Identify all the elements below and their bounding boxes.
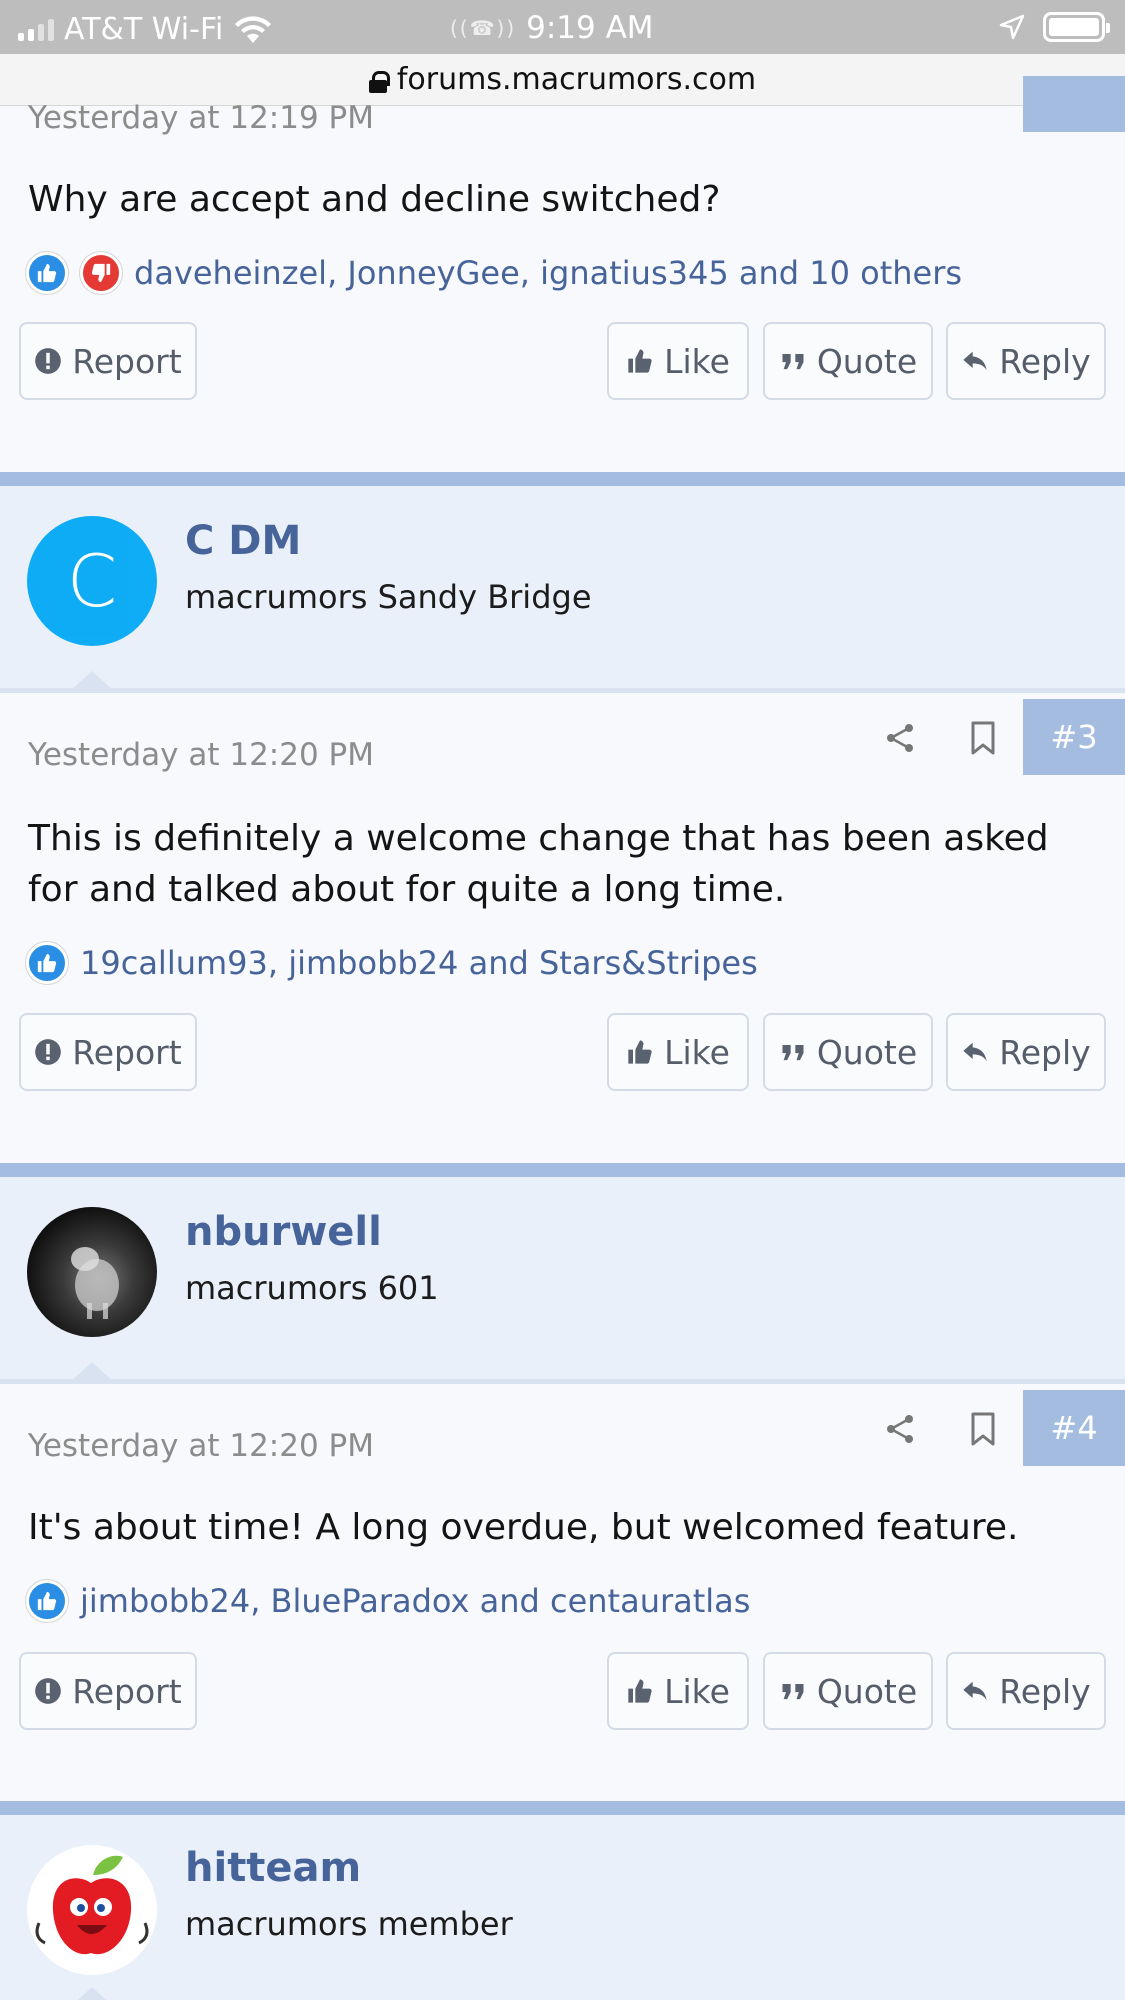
avatar-letter: C <box>66 539 118 623</box>
post-date[interactable]: Yesterday at 12:20 PM <box>28 737 374 773</box>
like-label: Like <box>664 1032 730 1072</box>
user-title: macrumors member <box>185 1905 513 1943</box>
report-label: Report <box>72 1032 182 1072</box>
post-number-badge[interactable] <box>1023 76 1125 132</box>
reply-label: Reply <box>999 1671 1091 1711</box>
reply-label: Reply <box>999 341 1091 381</box>
quote-button[interactable]: Quote <box>763 322 933 400</box>
share-icon[interactable] <box>883 721 917 755</box>
post-message: This is definitely a welcome change that… <box>28 818 1049 910</box>
post-2: Yesterday at 12:19 PM Why are accept and… <box>0 76 1125 476</box>
reaction-summary[interactable]: jimbobb24, BlueParadox and centauratlas <box>26 1580 750 1622</box>
reaction-summary[interactable]: 19callum93, jimbobb24 and Stars&Stripes <box>26 942 758 984</box>
quote-icon <box>782 354 804 370</box>
username[interactable]: hitteam <box>185 1845 361 1891</box>
battery-icon <box>1043 12 1110 42</box>
report-button[interactable]: Report <box>19 1013 197 1091</box>
reply-button[interactable]: Reply <box>946 1013 1106 1091</box>
status-bar: AT&T Wi-Fi ((☎)) 9:19 AM <box>0 0 1125 54</box>
post-4: #4 Yesterday at 12:20 PM It's about time… <box>0 1384 1125 1800</box>
post-message: Why are accept and decline switched? <box>28 179 721 220</box>
call-in-progress-icon: ((☎)) <box>450 16 517 40</box>
report-button[interactable]: Report <box>19 322 197 400</box>
post-number-badge[interactable]: #3 <box>1023 699 1125 775</box>
avatar-photo-dog <box>71 1247 119 1319</box>
quote-label: Quote <box>816 341 918 381</box>
report-label: Report <box>72 341 182 381</box>
quote-label: Quote <box>816 1032 918 1072</box>
user-block-cdm: C C DM macrumors Sandy Bridge <box>0 486 1125 693</box>
url-bar[interactable]: forums.macrumors.com <box>0 54 1125 106</box>
bookmark-icon[interactable] <box>968 1412 998 1446</box>
like-button[interactable]: Like <box>607 322 749 400</box>
wifi-icon <box>235 15 272 43</box>
like-button[interactable]: Like <box>607 1013 749 1091</box>
reply-icon <box>963 1042 987 1062</box>
avatar[interactable]: C <box>27 516 157 646</box>
like-reaction-icon <box>26 942 68 984</box>
reaction-summary[interactable]: daveheinzel, JonneyGee, ignatius345 and … <box>26 252 962 294</box>
like-button[interactable]: Like <box>607 1652 749 1730</box>
reaction-users[interactable]: 19callum93, jimbobb24 and Stars&Stripes <box>80 944 758 982</box>
post-date: Yesterday at 12:19 PM <box>28 100 374 136</box>
avatar[interactable] <box>27 1845 157 1975</box>
post-date[interactable]: Yesterday at 12:20 PM <box>28 1428 374 1464</box>
quote-icon <box>782 1684 804 1700</box>
reply-icon <box>963 1681 987 1701</box>
post-separator <box>0 1801 1125 1815</box>
quote-icon <box>782 1045 804 1061</box>
reply-label: Reply <box>999 1032 1091 1072</box>
location-arrow-icon <box>999 14 1025 40</box>
like-reaction-icon <box>26 1580 68 1622</box>
alert-icon <box>35 1039 62 1065</box>
thumbs-up-icon <box>628 1040 652 1064</box>
clock: 9:19 AM <box>526 10 654 46</box>
share-icon[interactable] <box>883 1412 917 1446</box>
status-right <box>999 12 1110 42</box>
quote-button[interactable]: Quote <box>763 1013 933 1091</box>
post-3: #3 Yesterday at 12:20 PM This is definit… <box>0 693 1125 1163</box>
lock-icon <box>368 70 390 93</box>
alert-icon <box>35 348 62 374</box>
username[interactable]: C DM <box>185 518 301 564</box>
reply-icon <box>963 351 987 371</box>
like-label: Like <box>664 1671 730 1711</box>
report-label: Report <box>72 1671 182 1711</box>
post-pointer <box>68 1987 116 2000</box>
post-separator <box>0 472 1125 486</box>
user-title: macrumors Sandy Bridge <box>185 578 592 616</box>
reply-button[interactable]: Reply <box>946 1652 1106 1730</box>
url-domain: forums.macrumors.com <box>396 62 757 97</box>
username[interactable]: nburwell <box>185 1209 382 1255</box>
reply-button[interactable]: Reply <box>946 322 1106 400</box>
report-button[interactable]: Report <box>19 1652 197 1730</box>
avatar[interactable] <box>27 1207 157 1337</box>
carrier-label: AT&T Wi-Fi <box>64 12 224 47</box>
reaction-users[interactable]: jimbobb24, BlueParadox and centauratlas <box>80 1582 750 1620</box>
apple-mascot-icon <box>35 1855 149 1955</box>
status-center: ((☎)) 9:19 AM <box>450 10 654 46</box>
user-block-nburwell: nburwell macrumors 601 <box>0 1177 1125 1384</box>
user-title: macrumors 601 <box>185 1269 439 1307</box>
post-number-badge[interactable]: #4 <box>1023 1390 1125 1466</box>
dislike-reaction-icon <box>80 252 122 294</box>
like-reaction-icon <box>26 252 68 294</box>
post-separator <box>0 1163 1125 1177</box>
signal-icon <box>18 18 54 41</box>
like-label: Like <box>664 341 730 381</box>
user-block-hitteam: hitteam macrumors member <box>0 1815 1125 2000</box>
reaction-users[interactable]: daveheinzel, JonneyGee, ignatius345 and … <box>134 254 962 292</box>
status-left: AT&T Wi-Fi <box>18 12 273 47</box>
post-message: It's about time! A long overdue, but wel… <box>28 1507 1019 1548</box>
bookmark-icon[interactable] <box>968 721 998 755</box>
quote-label: Quote <box>816 1671 918 1711</box>
thumbs-up-icon <box>628 349 652 373</box>
alert-icon <box>35 1678 62 1704</box>
quote-button[interactable]: Quote <box>763 1652 933 1730</box>
thumbs-up-icon <box>628 1679 652 1703</box>
